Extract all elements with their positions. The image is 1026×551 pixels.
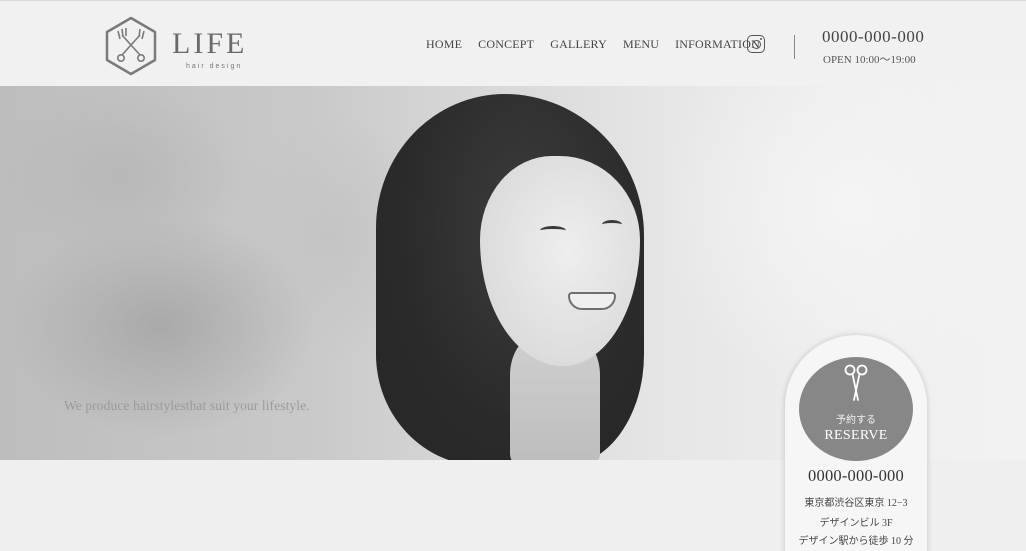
reserve-phone[interactable]: 0000-000-000: [785, 466, 927, 486]
nav-item-menu[interactable]: MENU: [623, 37, 659, 52]
scissors-icon: [844, 364, 868, 401]
brand-name: LIFE: [172, 27, 248, 60]
site-logo[interactable]: LIFE hair design: [100, 15, 260, 77]
address-line-2: デザインビル 3F: [819, 518, 893, 529]
hero-photo-eye-left: [540, 226, 566, 235]
nav-item-concept[interactable]: CONCEPT: [478, 37, 534, 52]
reserve-label: RESERVE: [824, 428, 888, 443]
reserve-small-label: 予約する: [836, 415, 876, 426]
reserve-panel: 予約する RESERVE 0000-000-000 東京都渋谷区東京 12−3 …: [785, 335, 927, 551]
brand-subtitle: hair design: [186, 63, 243, 70]
header-divider: [794, 35, 795, 59]
nav-item-home[interactable]: HOME: [426, 37, 462, 52]
reserve-button[interactable]: 予約する RESERVE: [799, 357, 913, 461]
main-nav: HOME CONCEPT GALLERY MENU INFORMATION: [426, 37, 776, 52]
hero-photo-eye-right: [602, 220, 622, 229]
header-phone[interactable]: 0000-000-000: [822, 27, 924, 47]
nav-item-gallery[interactable]: GALLERY: [550, 37, 607, 52]
header-hours: OPEN 10:00～19:00: [823, 54, 916, 66]
instagram-icon[interactable]: [747, 35, 765, 53]
address-line-1: 東京都渋谷区東京 12−3: [804, 498, 908, 509]
hero-tagline: We produce hairstylesthat suit your life…: [64, 398, 310, 413]
scissors-hexagon-icon: [105, 16, 157, 76]
page: LIFE hair design HOME CONCEPT GALLERY ME…: [0, 0, 1026, 551]
address-line-3: デザイン駅から徒歩 10 分: [798, 536, 914, 547]
hero-photo-smile: [568, 292, 616, 310]
site-header: LIFE hair design HOME CONCEPT GALLERY ME…: [0, 0, 1026, 86]
